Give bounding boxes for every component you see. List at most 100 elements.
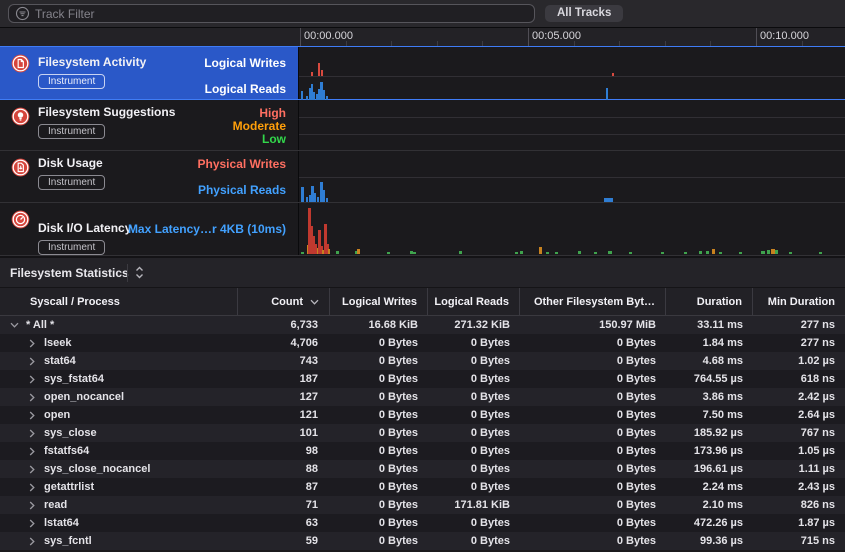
value-cell: 4.68 ms xyxy=(666,355,753,367)
value-cell: 0 Bytes xyxy=(428,391,520,403)
value-cell: 2.43 µs xyxy=(753,481,845,493)
column-header-logical-writes[interactable]: Logical Writes xyxy=(330,288,428,315)
table-row[interactable]: sys_fstat641870 Bytes0 Bytes0 Bytes764.5… xyxy=(0,370,845,388)
value-cell: 0 Bytes xyxy=(520,535,666,547)
track-chart[interactable] xyxy=(298,151,845,202)
lane-label-logical-reads: Logical Reads xyxy=(205,82,286,96)
value-cell: 87 xyxy=(238,481,330,493)
syscall-name: lseek xyxy=(44,337,72,349)
table-row[interactable]: lstat64630 Bytes0 Bytes0 Bytes472.26 µs1… xyxy=(0,514,845,532)
track-chart[interactable] xyxy=(298,203,845,255)
table-row[interactable]: stat647430 Bytes0 Bytes0 Bytes4.68 ms1.0… xyxy=(0,352,845,370)
all-tracks-button[interactable]: All Tracks xyxy=(545,5,623,22)
table-row[interactable]: fstatfs64980 Bytes0 Bytes0 Bytes173.96 µ… xyxy=(0,442,845,460)
timeline-ruler[interactable]: 00:00.00000:05.00000:10.000 xyxy=(0,28,845,46)
column-header-label: Logical Writes xyxy=(342,296,417,308)
track-row-disk-i-o-latency[interactable]: Disk I/O LatencyInstrumentMax Latency…r … xyxy=(0,203,845,256)
value-cell: 1.05 µs xyxy=(753,445,845,457)
value-cell: 0 Bytes xyxy=(330,463,428,475)
table-row[interactable]: getattrlist870 Bytes0 Bytes0 Bytes2.24 m… xyxy=(0,478,845,496)
chevron-right-icon[interactable] xyxy=(26,411,38,420)
column-header-logical-reads[interactable]: Logical Reads xyxy=(428,288,520,315)
track-row-disk-usage[interactable]: Disk UsageInstrumentPhysical WritesPhysi… xyxy=(0,151,845,203)
table-row[interactable]: open_nocancel1270 Bytes0 Bytes0 Bytes3.8… xyxy=(0,388,845,406)
value-cell: 4,706 xyxy=(238,337,330,349)
track-row-filesystem-activity[interactable]: Filesystem ActivityInstrumentLogical Wri… xyxy=(0,46,845,100)
column-header-min-duration[interactable]: Min Duration xyxy=(753,288,845,315)
chevron-right-icon[interactable] xyxy=(26,339,38,348)
chevron-right-icon[interactable] xyxy=(26,501,38,510)
column-header-syscall-process[interactable]: Syscall / Process xyxy=(0,288,238,315)
lane-label-low: Low xyxy=(262,132,286,146)
value-cell: 0 Bytes xyxy=(520,517,666,529)
column-header-other-filesystem-byt-[interactable]: Other Filesystem Byt… xyxy=(520,288,666,315)
value-cell: 0 Bytes xyxy=(520,391,666,403)
track-chart[interactable] xyxy=(298,100,845,150)
chevron-right-icon[interactable] xyxy=(26,393,38,402)
column-header-duration[interactable]: Duration xyxy=(666,288,753,315)
table-row[interactable]: read710 Bytes171.81 KiB0 Bytes2.10 ms826… xyxy=(0,496,845,514)
value-cell: 1.11 µs xyxy=(753,463,845,475)
filter-icon xyxy=(15,6,30,21)
value-cell: 0 Bytes xyxy=(428,355,520,367)
value-cell: 173.96 µs xyxy=(666,445,753,457)
track-filter-input[interactable] xyxy=(30,7,534,21)
syscall-cell: fstatfs64 xyxy=(0,445,238,457)
track-header-pane[interactable]: Filesystem SuggestionsInstrumentHighMode… xyxy=(0,100,298,150)
instrument-badge: Instrument xyxy=(38,240,105,255)
chevron-right-icon[interactable] xyxy=(26,447,38,456)
value-cell: 0 Bytes xyxy=(428,427,520,439)
value-cell: 472.26 µs xyxy=(666,517,753,529)
track-header-pane[interactable]: Disk UsageInstrumentPhysical WritesPhysi… xyxy=(0,151,298,202)
table-row[interactable]: open1210 Bytes0 Bytes0 Bytes7.50 ms2.64 … xyxy=(0,406,845,424)
track-header-pane[interactable]: Disk I/O LatencyInstrumentMax Latency…r … xyxy=(0,203,298,255)
value-cell: 187 xyxy=(238,373,330,385)
value-cell: 0 Bytes xyxy=(428,337,520,349)
value-cell: 6,733 xyxy=(238,319,330,331)
value-cell: 0 Bytes xyxy=(428,445,520,457)
value-cell: 0 Bytes xyxy=(520,463,666,475)
track-header-pane[interactable]: Filesystem ActivityInstrumentLogical Wri… xyxy=(0,47,298,99)
chevron-right-icon[interactable] xyxy=(26,429,38,438)
chevron-right-icon[interactable] xyxy=(26,519,38,528)
value-cell: 277 ns xyxy=(753,337,845,349)
value-cell: 0 Bytes xyxy=(330,427,428,439)
value-cell: 2.42 µs xyxy=(753,391,845,403)
column-header-label: Logical Reads xyxy=(434,296,509,308)
filesystem-activity-icon xyxy=(11,54,30,78)
ruler-major-tick xyxy=(300,28,301,46)
chevron-right-icon[interactable] xyxy=(26,375,38,384)
gauge-icon xyxy=(11,210,30,234)
table-row[interactable]: lseek4,7060 Bytes0 Bytes0 Bytes1.84 ms27… xyxy=(0,334,845,352)
table-row[interactable]: * All *6,73316.68 KiB271.32 KiB150.97 Mi… xyxy=(0,316,845,334)
value-cell: 0 Bytes xyxy=(520,427,666,439)
value-cell: 0 Bytes xyxy=(330,355,428,367)
syscall-cell: sys_close_nocancel xyxy=(0,463,238,475)
chevron-down-icon[interactable] xyxy=(8,322,20,328)
track-filter[interactable] xyxy=(8,4,535,23)
track-chart-canvas xyxy=(299,100,845,151)
table-row[interactable]: sys_close_nocancel880 Bytes0 Bytes0 Byte… xyxy=(0,460,845,478)
value-cell: 0 Bytes xyxy=(330,499,428,511)
lane-label-physical-reads: Physical Reads xyxy=(198,183,286,197)
syscall-name: * All * xyxy=(26,319,54,331)
table-row[interactable]: sys_fcntl590 Bytes0 Bytes0 Bytes99.36 µs… xyxy=(0,532,845,550)
syscall-cell: sys_close xyxy=(0,427,238,439)
value-cell: 71 xyxy=(238,499,330,511)
chevron-right-icon[interactable] xyxy=(26,465,38,474)
track-chart[interactable] xyxy=(298,47,845,99)
track-row-filesystem-suggestions[interactable]: Filesystem SuggestionsInstrumentHighMode… xyxy=(0,100,845,151)
syscall-cell: lstat64 xyxy=(0,517,238,529)
detail-view-selector[interactable]: Filesystem Statistics xyxy=(0,258,144,287)
value-cell: 277 ns xyxy=(753,319,845,331)
chevron-right-icon[interactable] xyxy=(26,357,38,366)
syscall-name: sys_close xyxy=(44,427,97,439)
table-row[interactable]: sys_close1010 Bytes0 Bytes0 Bytes185.92 … xyxy=(0,424,845,442)
chevron-right-icon[interactable] xyxy=(26,483,38,492)
syscall-name: open_nocancel xyxy=(44,391,124,403)
value-cell: 1.02 µs xyxy=(753,355,845,367)
column-header-label: Min Duration xyxy=(768,296,835,308)
column-header-count[interactable]: Count xyxy=(238,288,330,315)
value-cell: 16.68 KiB xyxy=(330,319,428,331)
chevron-right-icon[interactable] xyxy=(26,537,38,546)
